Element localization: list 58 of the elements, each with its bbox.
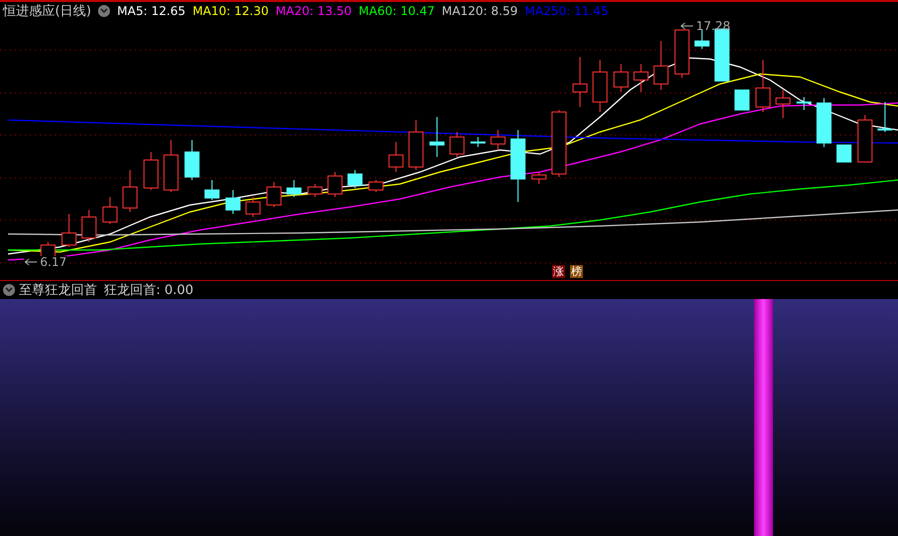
- candlestick: [184, 140, 200, 180]
- candlestick: [734, 90, 750, 110]
- candlestick: [430, 116, 444, 158]
- chart-title: 恒进感应(日线): [3, 4, 92, 18]
- candlestick: [408, 120, 424, 170]
- candlestick: [694, 28, 710, 50]
- candlestick: [286, 180, 302, 198]
- tag-badge[interactable]: 涨: [552, 265, 565, 278]
- arrow-icon: [24, 258, 38, 266]
- candlestick: [102, 196, 118, 224]
- ma-value: MA120: 8.59: [442, 5, 518, 17]
- candlestick: [776, 90, 790, 118]
- candlestick: [816, 98, 832, 148]
- candlestick: [592, 60, 608, 112]
- candlestick: [266, 182, 282, 208]
- arrow-icon: [680, 22, 694, 30]
- candlestick: [348, 170, 362, 188]
- signal-bar-icon: [754, 299, 773, 536]
- candlestick: [62, 214, 76, 248]
- dropdown-icon[interactable]: [3, 284, 15, 296]
- candlestick: [450, 132, 464, 158]
- candlestick: [552, 110, 566, 178]
- candlestick: [490, 130, 506, 150]
- candlestick: [572, 56, 588, 108]
- candlestick: [532, 172, 546, 184]
- candlestick: [836, 144, 852, 162]
- candlestick: [144, 152, 158, 190]
- candlestick: [368, 180, 384, 192]
- candlestick: [614, 64, 628, 92]
- indicator-title: 至尊狂龙回首: [19, 284, 97, 296]
- candlestick: [858, 114, 872, 162]
- candlestick: [82, 210, 96, 242]
- candlestick: [308, 184, 322, 198]
- ma-value: MA10: 12.30: [192, 5, 269, 17]
- candlestick: [878, 102, 892, 132]
- candlestick: [122, 170, 138, 212]
- candlestick: [328, 172, 342, 198]
- candlestick: [654, 40, 668, 90]
- indicator-value: 狂龙回首: 0.00: [104, 284, 194, 296]
- ma-value: MA60: 10.47: [358, 5, 435, 17]
- dropdown-icon[interactable]: [98, 5, 110, 17]
- candlestick: [204, 180, 220, 200]
- candlestick: [226, 190, 240, 214]
- candlestick: [470, 136, 486, 148]
- candlestick: [714, 28, 730, 82]
- tag-badge[interactable]: 榜: [570, 265, 583, 278]
- candlestick: [756, 60, 770, 112]
- candlestick: [634, 64, 648, 92]
- candlestick: [796, 96, 812, 110]
- candlestick: [164, 140, 178, 192]
- candlestick: [674, 30, 690, 78]
- ma-value: MA250: 11.45: [524, 5, 608, 17]
- high-price-label: 17.28: [696, 20, 730, 32]
- candlestick: [246, 196, 260, 218]
- low-price-label: 6.17: [40, 256, 67, 268]
- ma-value: MA5: 12.65: [117, 5, 186, 17]
- candlestick: [388, 142, 404, 172]
- ma-value: MA20: 13.50: [276, 5, 352, 17]
